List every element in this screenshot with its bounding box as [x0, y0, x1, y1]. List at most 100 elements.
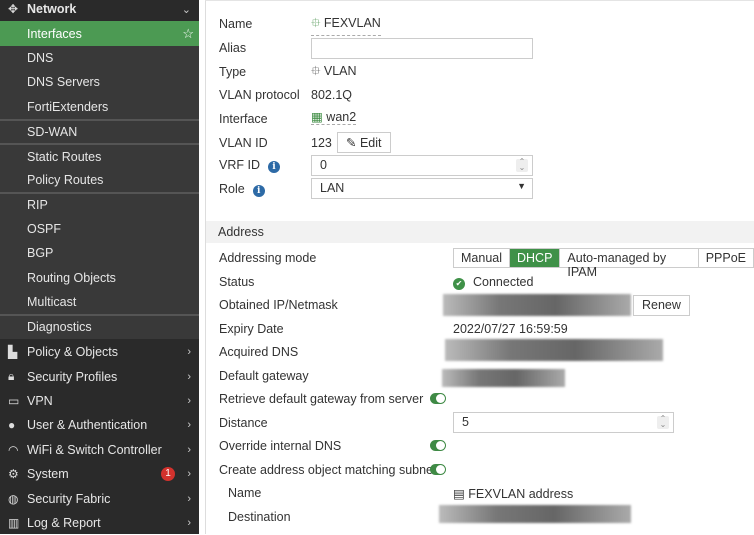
name-label: Name: [219, 17, 253, 31]
gear-icon: ⚙: [8, 467, 19, 482]
name-value: ⯐ FEXVLAN: [311, 14, 381, 36]
sidebar-item-routing-objects[interactable]: Routing Objects: [0, 265, 199, 290]
protocol-label: VLAN protocol: [219, 88, 300, 102]
pencil-icon: ✎: [346, 136, 357, 150]
dns-label: Acquired DNS: [219, 345, 299, 359]
redacted-gateway: [442, 369, 565, 387]
sidebar-user-auth[interactable]: ● User & Authentication ›: [0, 413, 199, 437]
caret-down-icon: ▼: [517, 181, 526, 191]
status-label: Status: [219, 275, 255, 289]
check-circle-icon: ✔: [453, 278, 465, 290]
sidebar-item-interfaces[interactable]: Interfaces ☆: [0, 21, 199, 46]
sidebar-item-dns-servers[interactable]: DNS Servers: [0, 70, 199, 95]
chevron-right-icon: ›: [187, 419, 191, 432]
sidebar-vpn[interactable]: ▭ VPN ›: [0, 389, 199, 413]
create-address-label: Create address object matching subnet: [219, 463, 437, 477]
policy-icon: ▙: [8, 345, 18, 360]
expiry-value: 2022/07/27 16:59:59: [453, 322, 568, 336]
bar-chart-icon: ▥: [8, 515, 20, 530]
chevron-right-icon: ›: [187, 370, 191, 383]
sidebar-log-report[interactable]: ▥ Log & Report ›: [0, 511, 199, 535]
type-value: ⯐ VLAN: [311, 64, 357, 78]
sidebar-item-policy-routes[interactable]: Policy Routes: [0, 167, 199, 193]
sidebar-security-fabric[interactable]: ◍ Security Fabric ›: [0, 486, 199, 510]
edit-button[interactable]: ✎ Edit: [337, 132, 391, 153]
override-dns-toggle[interactable]: [430, 440, 446, 451]
info-icon[interactable]: i: [267, 161, 280, 173]
sidebar-network[interactable]: ✥ Network ⌄: [0, 0, 199, 21]
status-value: ✔ Connected: [453, 275, 533, 290]
sidebar-item-diagnostics[interactable]: Diagnostics: [0, 314, 199, 339]
sidebar-policy-objects[interactable]: ▙ Policy & Objects ›: [0, 340, 199, 364]
sidebar-item-bgp[interactable]: BGP: [0, 241, 199, 266]
sidebar-security-profiles[interactable]: 🔒︎ Security Profiles ›: [0, 364, 199, 388]
renew-button[interactable]: Renew: [633, 295, 690, 316]
distance-label: Distance: [219, 416, 268, 430]
interface-label: Interface: [219, 112, 268, 126]
protocol-value: 802.1Q: [311, 88, 353, 102]
sidebar-wifi-switch[interactable]: ◠ WiFi & Switch Controller ›: [0, 438, 199, 462]
fabric-icon: ◍: [8, 491, 19, 506]
vlan-icon: ⯐: [311, 16, 321, 30]
sidebar-item-dns[interactable]: DNS: [0, 45, 199, 71]
sidebar-item-multicast[interactable]: Multicast: [0, 289, 199, 315]
interface-value: ▦ wan2: [311, 110, 357, 125]
chevron-right-icon: ›: [187, 492, 191, 505]
alias-label: Alias: [219, 41, 247, 55]
vrf-label: VRF ID i: [219, 158, 280, 173]
object-name-label: Name: [228, 486, 262, 500]
laptop-icon: ▭: [8, 393, 20, 408]
role-label: Role i: [219, 182, 265, 197]
retrieve-gateway-label: Retrieve default gateway from server: [219, 392, 424, 406]
expiry-label: Expiry Date: [219, 322, 284, 336]
type-label: Type: [219, 65, 247, 79]
spinner-icon[interactable]: ⌃ ⌄: [657, 415, 669, 429]
chevron-right-icon: ›: [187, 516, 191, 529]
vrf-input[interactable]: 0 ⌃ ⌄: [311, 155, 533, 176]
vlan-id-label: VLAN ID: [219, 136, 268, 150]
sidebar-system[interactable]: ⚙ System 1 ›: [0, 462, 199, 486]
create-address-toggle[interactable]: [430, 464, 446, 475]
gateway-label: Default gateway: [219, 369, 309, 383]
retrieve-gateway-toggle[interactable]: [430, 393, 446, 404]
redacted-destination: [439, 505, 631, 523]
chevron-right-icon: ›: [187, 443, 191, 456]
notification-badge: 1: [161, 467, 175, 482]
sidebar-item-rip[interactable]: RIP: [0, 192, 199, 217]
redacted-dns: [445, 339, 663, 361]
role-select[interactable]: LAN ▼: [311, 178, 533, 199]
ip-label: Obtained IP/Netmask: [219, 298, 338, 312]
sidebar-item-static-routes[interactable]: Static Routes: [0, 143, 199, 168]
override-dns-label: Override internal DNS: [219, 439, 342, 453]
mode-manual[interactable]: Manual: [454, 249, 510, 267]
star-icon[interactable]: ☆: [182, 26, 194, 42]
user-icon: ●: [8, 418, 16, 433]
move-arrows-icon: ✥: [8, 2, 19, 17]
mode-dhcp[interactable]: DHCP: [510, 249, 561, 267]
object-name-value: ▤ FEXVLAN address: [453, 487, 574, 501]
chevron-right-icon: ›: [187, 394, 191, 407]
info-icon[interactable]: i: [252, 185, 265, 197]
address-object-icon: ▤: [453, 487, 465, 501]
spinner-icon[interactable]: ⌃ ⌄: [516, 158, 528, 172]
mode-pppoe[interactable]: PPPoE: [699, 249, 753, 267]
vlan-id-value: 123: [311, 136, 332, 150]
distance-input[interactable]: 5 ⌃ ⌄: [453, 412, 674, 433]
port-icon: ▦: [311, 110, 323, 124]
chevron-right-icon: ›: [187, 346, 191, 359]
address-section-header: Address: [206, 221, 754, 243]
lock-icon: 🔒︎: [8, 369, 15, 384]
sidebar-item-ospf[interactable]: OSPF: [0, 216, 199, 241]
wifi-icon: ◠: [8, 442, 19, 457]
redacted-ip: [443, 294, 631, 316]
addressing-mode-label: Addressing mode: [219, 251, 317, 265]
mode-ipam[interactable]: Auto-managed by IPAM: [560, 249, 699, 279]
sidebar-item-fortiextenders[interactable]: FortiExtenders: [0, 94, 199, 119]
alias-input[interactable]: [311, 38, 533, 59]
chevron-down-icon: ⌄: [181, 3, 191, 16]
destination-label: Destination: [228, 510, 291, 524]
vlan-icon: ⯐: [311, 64, 321, 78]
chevron-right-icon: ›: [187, 468, 191, 481]
addressing-mode-selector: Manual DHCP Auto-managed by IPAM PPPoE: [453, 248, 754, 279]
sidebar-item-sd-wan[interactable]: SD-WAN: [0, 119, 199, 144]
